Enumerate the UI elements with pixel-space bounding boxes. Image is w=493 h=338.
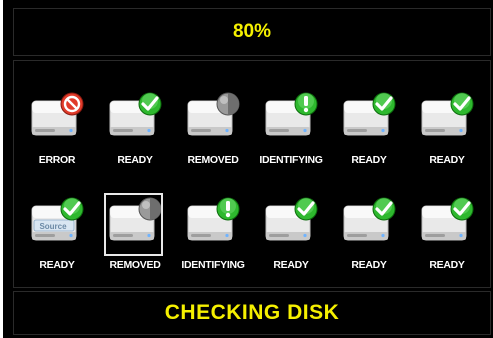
drive-slot[interactable]: READY (408, 196, 486, 278)
drive-slot[interactable]: READY (252, 196, 330, 278)
no-entry-icon (28, 91, 86, 148)
drive-slot[interactable]: Source READY (18, 196, 96, 278)
drive-status-label: READY (39, 259, 75, 271)
gray-disc-icon (106, 196, 164, 253)
drive-status-label: IDENTIFYING (259, 154, 323, 166)
drive-status-label: READY (429, 154, 465, 166)
checkmark-icon (340, 196, 398, 253)
drive-status-label: READY (351, 154, 387, 166)
gray-disc-icon (184, 91, 242, 148)
drive-status-label: READY (273, 259, 309, 271)
drive-status-label: READY (351, 259, 387, 271)
drive-slot[interactable]: REMOVED (96, 193, 174, 278)
drive-slot[interactable]: READY (408, 91, 486, 173)
drive-slot[interactable]: IDENTIFYING (252, 91, 330, 173)
drive-slot[interactable]: READY (330, 91, 408, 173)
checkmark-icon (418, 91, 476, 148)
drive-status-label: REMOVED (109, 259, 161, 271)
drive-status-label: READY (429, 259, 465, 271)
status-bar: CHECKING DISK (13, 291, 491, 335)
status-text: CHECKING DISK (164, 301, 340, 324)
drive-panel: ERROR READY REMOVED IDENTIFYING READY READY So… (13, 60, 491, 288)
drive-slot[interactable]: REMOVED (174, 91, 252, 173)
drive-status-label: REMOVED (187, 154, 239, 166)
checkmark-icon (418, 196, 476, 253)
checkmark-icon (340, 91, 398, 148)
drive-status-label: READY (117, 154, 153, 166)
duplicator-screen: 80% ERROR READY REMOVED IDENTIFYING READY REA… (3, 0, 493, 338)
drive-slot[interactable]: IDENTIFYING (174, 196, 252, 278)
drive-slot[interactable]: ERROR (18, 91, 96, 173)
progress-bar: 80% (13, 8, 491, 56)
drive-status-label: IDENTIFYING (181, 259, 245, 271)
checkmark-icon (262, 196, 320, 253)
checkmark-icon (106, 91, 164, 148)
progress-percent: 80% (232, 21, 272, 42)
exclamation-icon (184, 196, 242, 253)
drive-grid: ERROR READY REMOVED IDENTIFYING READY READY So… (18, 91, 486, 278)
drive-status-label: ERROR (38, 154, 76, 166)
drive-slot[interactable]: READY (330, 196, 408, 278)
drive-slot[interactable]: READY (96, 91, 174, 173)
source-badge: Source (39, 222, 67, 231)
exclamation-icon (262, 91, 320, 148)
